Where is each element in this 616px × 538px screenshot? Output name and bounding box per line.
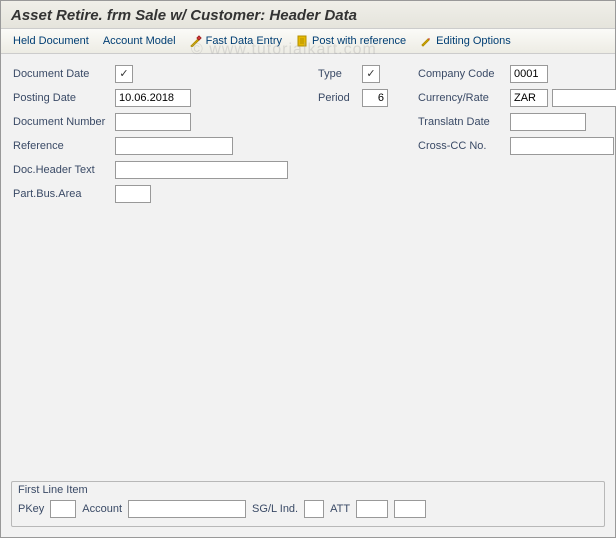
doc-header-text-input[interactable]: [115, 161, 288, 179]
currency-input[interactable]: [510, 89, 548, 107]
editing-options-button[interactable]: Editing Options: [420, 35, 511, 47]
pkey-label: PKey: [18, 503, 44, 515]
cross-cc-no-input[interactable]: [510, 137, 614, 155]
account-input[interactable]: [128, 500, 246, 518]
title-bar: Asset Retire. frm Sale w/ Customer: Head…: [1, 1, 615, 29]
account-model-label: Account Model: [103, 35, 176, 47]
currency-rate-label: Currency/Rate: [418, 92, 510, 104]
editing-options-label: Editing Options: [436, 35, 511, 47]
att-extra-input[interactable]: [394, 500, 426, 518]
header-data-form: Document Date ✓ Posting Date Document Nu…: [1, 54, 615, 210]
translatn-date-label: Translatn Date: [418, 116, 510, 128]
wand-icon: [190, 35, 202, 47]
sgl-ind-input[interactable]: [304, 500, 324, 518]
page-title: Asset Retire. frm Sale w/ Customer: Head…: [11, 7, 605, 24]
held-document-label: Held Document: [13, 35, 89, 47]
rate-input[interactable]: [552, 89, 616, 107]
att-input[interactable]: [356, 500, 388, 518]
account-model-menu[interactable]: Account Model: [103, 35, 176, 47]
cross-cc-no-label: Cross-CC No.: [418, 140, 510, 152]
account-label: Account: [82, 503, 122, 515]
type-input[interactable]: ✓: [362, 65, 380, 83]
period-input[interactable]: [362, 89, 388, 107]
att-label: ATT: [330, 503, 350, 515]
column-middle: Type ✓ Period: [318, 64, 388, 108]
reference-input[interactable]: [115, 137, 233, 155]
toolbar: Held Document Account Model Fast Data En…: [1, 29, 615, 54]
document-number-label: Document Number: [13, 116, 115, 128]
empty-area: [1, 210, 615, 481]
company-code-input[interactable]: [510, 65, 548, 83]
post-with-reference-button[interactable]: Post with reference: [296, 35, 406, 47]
document-number-input[interactable]: [115, 113, 191, 131]
document-date-input[interactable]: ✓: [115, 65, 133, 83]
document-date-label: Document Date: [13, 68, 115, 80]
fast-data-entry-label: Fast Data Entry: [206, 35, 282, 47]
company-code-label: Company Code: [418, 68, 510, 80]
posting-date-input[interactable]: [115, 89, 191, 107]
sgl-ind-label: SG/L Ind.: [252, 503, 298, 515]
doc-header-text-label: Doc.Header Text: [13, 164, 115, 176]
period-label: Period: [318, 92, 362, 104]
first-line-item-group: First Line Item PKey Account SG/L Ind. A…: [11, 481, 605, 527]
post-with-reference-label: Post with reference: [312, 35, 406, 47]
column-left: Document Date ✓ Posting Date Document Nu…: [13, 64, 288, 204]
type-label: Type: [318, 68, 362, 80]
held-document-menu[interactable]: Held Document: [13, 35, 89, 47]
translatn-date-input[interactable]: [510, 113, 586, 131]
part-bus-area-label: Part.Bus.Area: [13, 188, 115, 200]
pencil-icon: [420, 35, 432, 47]
pkey-input[interactable]: [50, 500, 76, 518]
fast-data-entry-button[interactable]: Fast Data Entry: [190, 35, 282, 47]
reference-label: Reference: [13, 140, 115, 152]
posting-date-label: Posting Date: [13, 92, 115, 104]
document-icon: [296, 35, 308, 47]
column-right: Company Code Currency/Rate Translatn Dat…: [418, 64, 616, 156]
part-bus-area-input[interactable]: [115, 185, 151, 203]
first-line-item-legend: First Line Item: [12, 482, 604, 496]
